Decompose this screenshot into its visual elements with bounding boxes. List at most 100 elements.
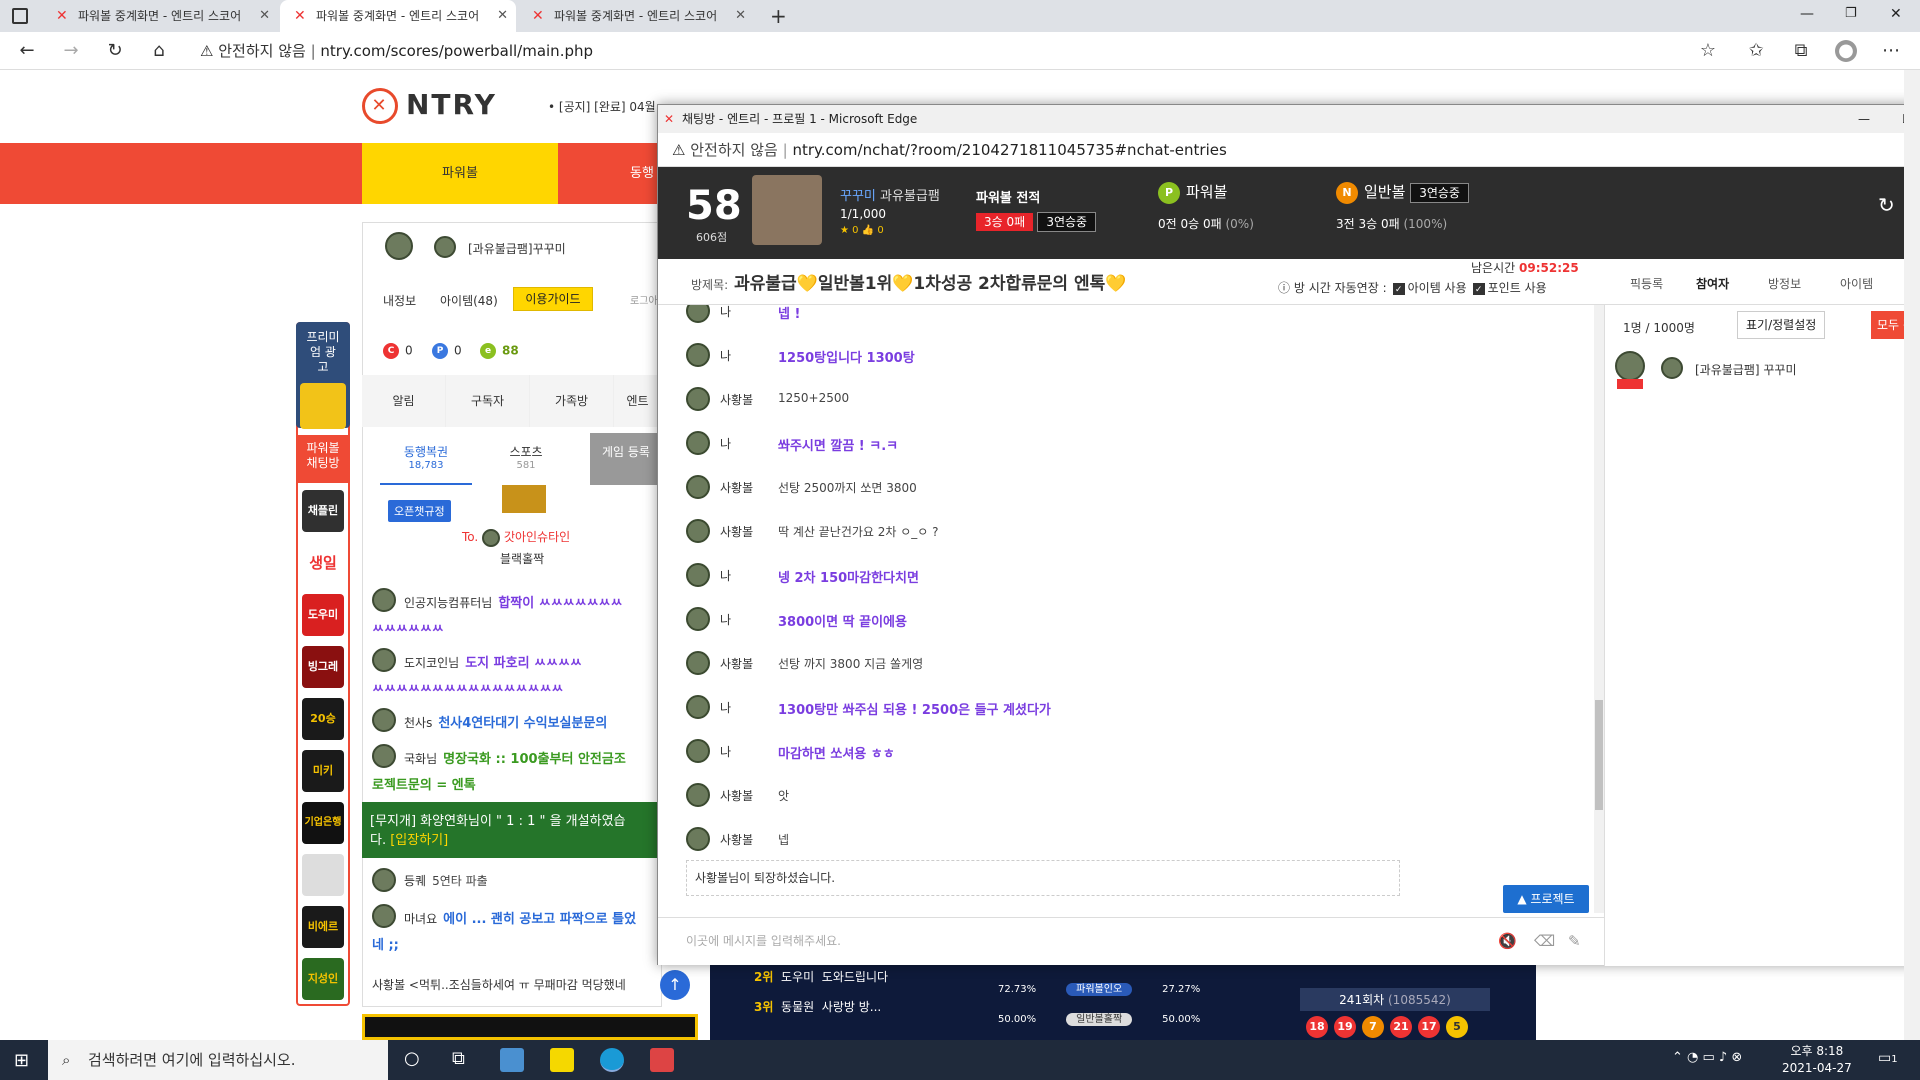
calculator-icon[interactable]: [650, 1048, 674, 1072]
premium-ad-image[interactable]: [300, 383, 346, 429]
chat-nick[interactable]: 사황볼: [720, 655, 753, 672]
side-ad-20wins[interactable]: 20승: [302, 698, 344, 740]
chat-nick[interactable]: 천사s: [404, 716, 432, 730]
app-icon-1[interactable]: [500, 1048, 524, 1072]
restore-icon[interactable]: ❐: [1845, 6, 1857, 21]
chat-nick[interactable]: 사황볼: [720, 831, 753, 848]
enter-room-link[interactable]: [입장하기]: [390, 833, 448, 848]
popup-minimize-icon[interactable]: —: [1858, 105, 1870, 133]
close-tab-icon[interactable]: ✕: [259, 0, 270, 32]
close-window-icon[interactable]: ✕: [1890, 6, 1902, 22]
project-button[interactable]: ▲ 프로젝트: [1503, 885, 1589, 913]
window-menu-icon[interactable]: [12, 8, 28, 24]
user-name[interactable]: [과유불급팸]꾸꾸미: [468, 240, 566, 257]
logout-link[interactable]: 로그아: [630, 292, 658, 307]
forward-icon[interactable]: →: [60, 40, 82, 62]
more-icon[interactable]: ⋯: [1880, 40, 1902, 62]
chat-nick[interactable]: 마녀요: [404, 912, 437, 926]
notification-icon[interactable]: ▭1: [1878, 1050, 1898, 1066]
nav-powerball[interactable]: 파워볼: [362, 143, 558, 204]
chat-nick[interactable]: 사황볼: [720, 479, 753, 496]
reload-icon[interactable]: ↻: [104, 40, 126, 62]
alarm-tab[interactable]: 알림: [362, 375, 446, 427]
profile-nick[interactable]: 꾸꾸미: [840, 189, 876, 204]
windows-start-icon[interactable]: ⊞: [14, 1050, 29, 1071]
chat-nick[interactable]: 나: [720, 435, 731, 452]
open-chat-rules-button[interactable]: 오픈챗규정: [388, 500, 451, 522]
mute-icon[interactable]: 🔇: [1498, 918, 1517, 964]
tab-items[interactable]: 아이템: [1840, 275, 1873, 292]
home-icon[interactable]: ⌂: [148, 40, 170, 62]
side-ad-birthday[interactable]: 생일: [302, 542, 344, 584]
eraser-icon[interactable]: ⌫: [1534, 918, 1555, 964]
page-scrollbar[interactable]: [1904, 70, 1920, 1040]
participant-name[interactable]: [과유불급팸] 꾸꾸미: [1695, 361, 1797, 378]
tab-room-info[interactable]: 방정보: [1768, 275, 1801, 292]
taskbar-search[interactable]: ⌕ 검색하려면 여기에 입력하십시오.: [48, 1040, 388, 1080]
chat-nick[interactable]: 나: [720, 567, 731, 584]
message-input[interactable]: 이곳에 메시지를 입력해주세요. 🔇 ⌫ ✎: [658, 917, 1604, 965]
entry-tab[interactable]: 엔트: [614, 375, 662, 427]
chat-scroll-thumb[interactable]: [1595, 700, 1603, 810]
kakaotalk-icon[interactable]: [550, 1048, 574, 1072]
close-tab-icon[interactable]: ✕: [735, 0, 746, 32]
side-ad-helper[interactable]: 도우미: [302, 594, 344, 636]
side-ad-jiseongin[interactable]: 지성인: [302, 958, 344, 1000]
tab-pick-register[interactable]: 픽등록: [1630, 275, 1663, 292]
donghaeng-banner[interactable]: [362, 1014, 698, 1040]
scroll-up-icon[interactable]: ↑: [660, 970, 690, 1000]
taskbar-clock[interactable]: 오후 8:18 2021-04-27: [1782, 1043, 1852, 1077]
edge-icon[interactable]: [600, 1048, 624, 1072]
tab-participants[interactable]: 참여자: [1696, 275, 1729, 292]
tray-icons[interactable]: ⌃ ◔ ▭ ♪ ⊗: [1672, 1050, 1742, 1065]
point-use-checkbox[interactable]: ✓: [1472, 282, 1485, 295]
ntry-logo[interactable]: ✕ NTRY: [362, 88, 497, 124]
notice-ticker[interactable]: • [공지] [완료] 04월: [548, 98, 656, 115]
side-ad-bank[interactable]: 기업은행: [302, 802, 344, 844]
chat-nick[interactable]: 나: [720, 347, 731, 364]
new-tab-icon[interactable]: +: [770, 4, 787, 28]
subtab-game[interactable]: 게임 등록: [590, 433, 662, 485]
url-field[interactable]: ⚠ 안전하지 않음 | ntry.com/scores/powerball/ma…: [200, 39, 593, 63]
powerball-chat-link[interactable]: 파워볼 채팅방: [298, 435, 348, 483]
chat-nick[interactable]: 도지코인님: [404, 656, 459, 670]
subtab-sports[interactable]: 스포츠 581: [480, 433, 572, 485]
family-room-tab[interactable]: 가족방: [530, 375, 614, 427]
sort-settings-button[interactable]: 표기/정렬설정: [1737, 311, 1826, 339]
chat-nick[interactable]: 나: [720, 305, 731, 320]
item-use-checkbox[interactable]: ✓: [1392, 282, 1405, 295]
close-tab-icon[interactable]: ✕: [497, 0, 508, 32]
profile-icon[interactable]: ●: [1835, 40, 1857, 62]
magic-wand-icon[interactable]: ✎: [1568, 918, 1581, 964]
items-link[interactable]: 아이템(48): [440, 292, 498, 309]
chat-nick[interactable]: 사황볼: [720, 787, 753, 804]
premium-ad-box[interactable]: 프리미엄 광고: [296, 322, 350, 429]
my-info-link[interactable]: 내정보: [383, 292, 416, 309]
refresh-icon[interactable]: ↻: [1878, 193, 1895, 217]
side-ad-bier[interactable]: 비에르: [302, 906, 344, 948]
favorite-star-icon[interactable]: ☆: [1697, 40, 1719, 62]
browser-tab-1[interactable]: ✕ 파워볼 중계화면 - 엔트리 스코어 ✕: [42, 0, 278, 32]
cortana-icon[interactable]: ○: [404, 1048, 420, 1069]
minimize-icon[interactable]: —: [1800, 6, 1814, 22]
browser-tab-2[interactable]: ✕ 파워볼 중계화면 - 엔트리 스코어 ✕: [280, 0, 516, 32]
chat-nick[interactable]: 나: [720, 699, 731, 716]
subscriber-tab[interactable]: 구독자: [446, 375, 530, 427]
subtab-donghaeng[interactable]: 동행복권 18,783: [380, 433, 472, 485]
chat-nick[interactable]: 사황볼: [720, 523, 753, 540]
back-icon[interactable]: ←: [16, 40, 38, 62]
collections-icon[interactable]: ⧉: [1790, 40, 1812, 62]
side-ad-mickey[interactable]: 미키: [302, 750, 344, 792]
chat-nick[interactable]: 나: [720, 611, 731, 628]
favorites-icon[interactable]: ✩: [1745, 40, 1767, 62]
side-ad-portrait[interactable]: [302, 854, 344, 896]
chat-nick[interactable]: 사황볼: [720, 391, 753, 408]
chat-input-preview[interactable]: 사황볼 <먹튀..조심들하세여 ㅠ 무패마감 먹당했네: [372, 976, 642, 993]
chat-nick[interactable]: 나: [720, 743, 731, 760]
side-ad-bingre[interactable]: 빙그레: [302, 646, 344, 688]
chat-nick[interactable]: 국화님: [404, 752, 437, 766]
popup-url-bar[interactable]: ⚠ 안전하지 않음 | ntry.com/nchat/?room/2104271…: [658, 133, 1920, 167]
chat-nick[interactable]: 등퀘: [404, 874, 426, 888]
browser-tab-3[interactable]: ✕ 파워볼 중계화면 - 엔트리 스코어 ✕: [518, 0, 754, 32]
chat-nick[interactable]: 인공지능컴퓨터님: [404, 596, 492, 610]
